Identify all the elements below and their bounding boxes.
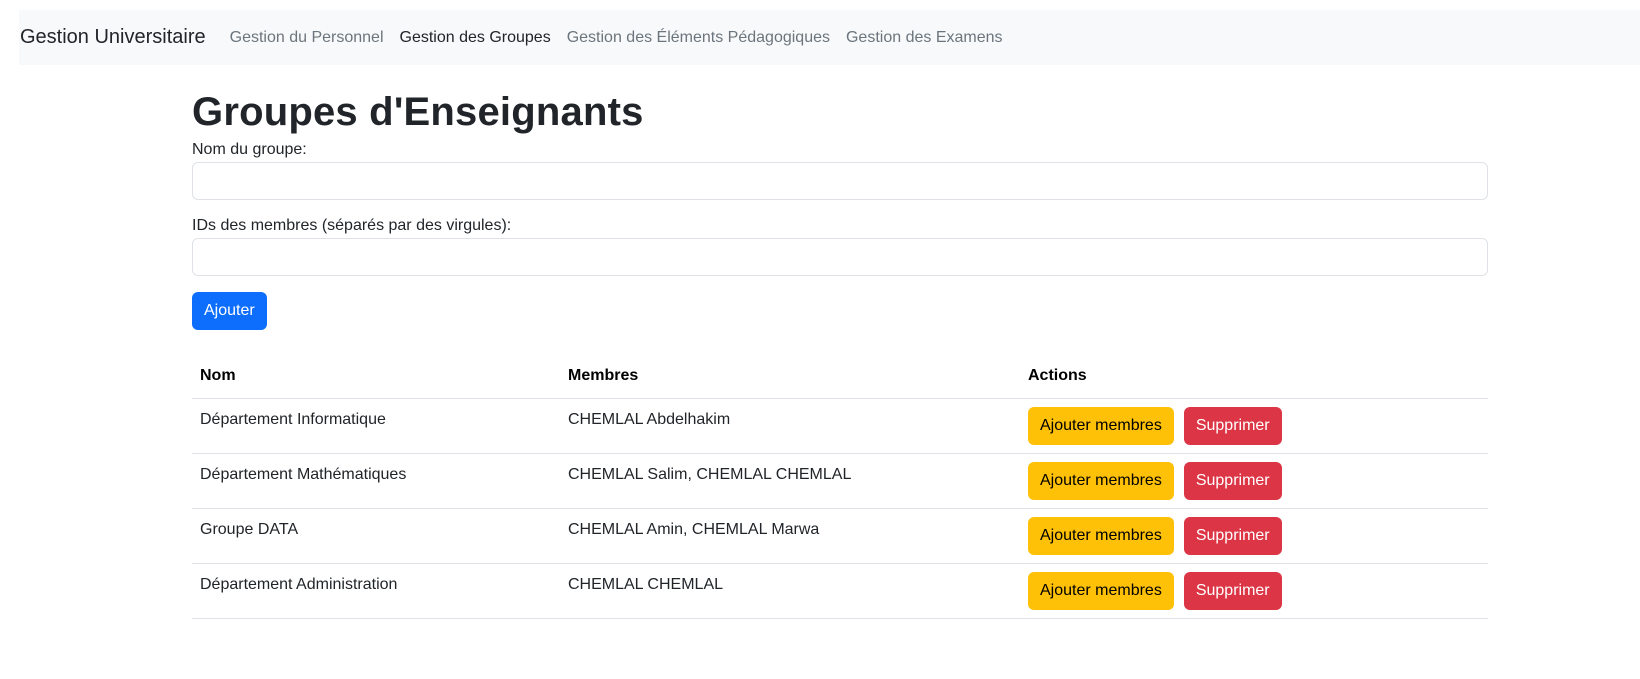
group-members-cell: CHEMLAL Salim, CHEMLAL CHEMLAL xyxy=(560,453,1020,509)
actions-cell: Ajouter membres Supprimer xyxy=(1020,453,1488,509)
nav-link-examens[interactable]: Gestion des Examens xyxy=(846,29,1003,47)
add-members-button[interactable]: Ajouter membres xyxy=(1028,516,1174,555)
group-members-cell: CHEMLAL Amin, CHEMLAL Marwa xyxy=(560,508,1020,564)
member-ids-input[interactable] xyxy=(192,238,1488,276)
groups-table: Nom Membres Actions Département Informat… xyxy=(192,354,1488,619)
group-name-input[interactable] xyxy=(192,162,1488,200)
brand-link[interactable]: Gestion Universitaire xyxy=(20,26,206,49)
add-members-button[interactable]: Ajouter membres xyxy=(1028,571,1174,610)
header-nom: Nom xyxy=(192,354,560,399)
group-members-cell: CHEMLAL Abdelhakim xyxy=(560,398,1020,454)
nav-link-elements-pedagogiques[interactable]: Gestion des Éléments Pédagogiques xyxy=(567,29,830,47)
table-row: Département Informatique CHEMLAL Abdelha… xyxy=(192,398,1488,454)
add-members-button[interactable]: Ajouter membres xyxy=(1028,406,1174,445)
member-ids-label: IDs des membres (séparés par des virgule… xyxy=(192,217,512,234)
actions-cell: Ajouter membres Supprimer xyxy=(1020,563,1488,619)
nav-link-groupes[interactable]: Gestion des Groupes xyxy=(400,29,551,47)
table-row: Département Mathématiques CHEMLAL Salim,… xyxy=(192,453,1488,509)
group-members-cell: CHEMLAL CHEMLAL xyxy=(560,563,1020,619)
actions-cell: Ajouter membres Supprimer xyxy=(1020,398,1488,454)
actions-cell: Ajouter membres Supprimer xyxy=(1020,508,1488,564)
delete-button[interactable]: Supprimer xyxy=(1183,461,1282,500)
group-name-label: Nom du groupe: xyxy=(192,141,307,158)
group-name-cell: Département Administration xyxy=(192,563,560,619)
delete-button[interactable]: Supprimer xyxy=(1183,516,1282,555)
main-container: Groupes d'Enseignants Nom du groupe: IDs… xyxy=(192,80,1488,619)
table-row: Groupe DATA CHEMLAL Amin, CHEMLAL Marwa … xyxy=(192,508,1488,564)
header-membres: Membres xyxy=(560,354,1020,399)
group-name-field-group: Nom du groupe: xyxy=(192,140,1488,200)
nav-link-personnel[interactable]: Gestion du Personnel xyxy=(230,29,384,47)
add-group-button[interactable]: Ajouter xyxy=(192,292,267,330)
group-name-cell: Groupe DATA xyxy=(192,508,560,564)
group-name-cell: Département Informatique xyxy=(192,398,560,454)
header-actions: Actions xyxy=(1020,354,1488,399)
add-members-button[interactable]: Ajouter membres xyxy=(1028,461,1174,500)
table-header-row: Nom Membres Actions xyxy=(192,354,1488,399)
delete-button[interactable]: Supprimer xyxy=(1183,406,1282,445)
delete-button[interactable]: Supprimer xyxy=(1183,571,1282,610)
group-name-cell: Département Mathématiques xyxy=(192,453,560,509)
navbar: Gestion Universitaire Gestion du Personn… xyxy=(19,10,1640,65)
member-ids-field-group: IDs des membres (séparés par des virgule… xyxy=(192,216,1488,276)
page-title: Groupes d'Enseignants xyxy=(192,90,644,134)
table-row: Département Administration CHEMLAL CHEML… xyxy=(192,563,1488,619)
